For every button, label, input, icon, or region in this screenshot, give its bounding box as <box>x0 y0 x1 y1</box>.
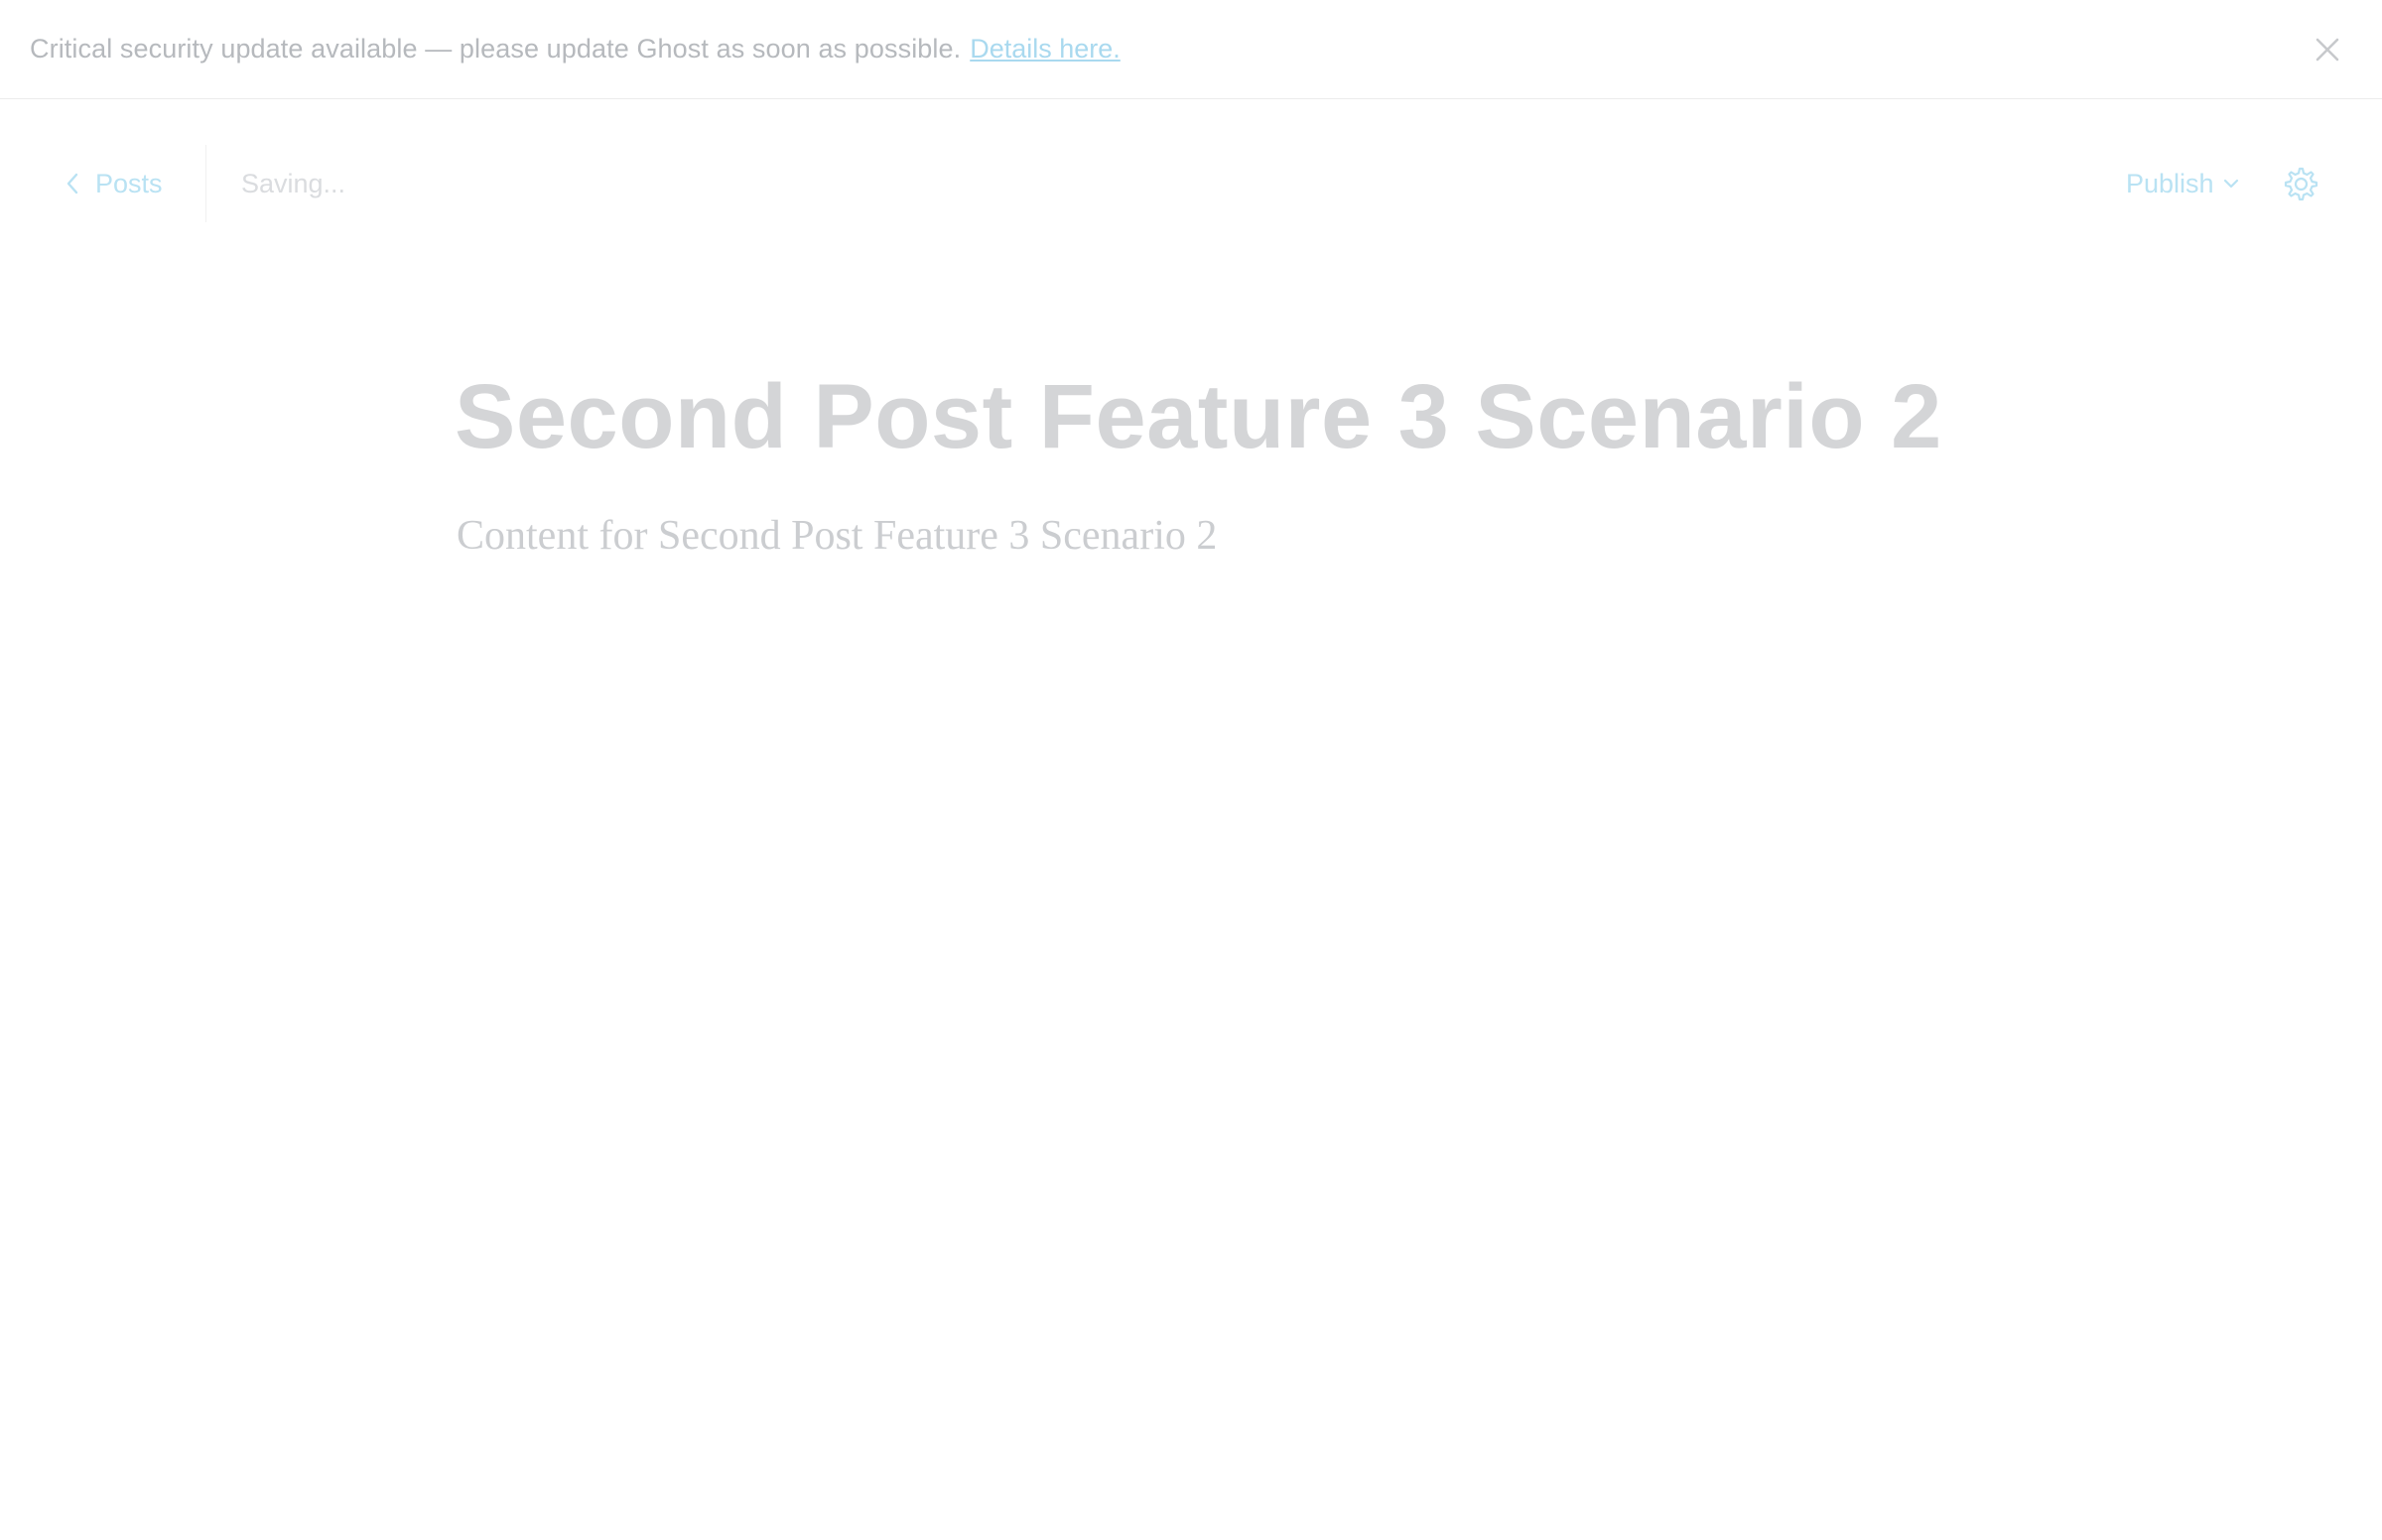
back-to-posts-link[interactable]: Posts <box>66 163 163 204</box>
banner-details-link[interactable]: Details here. <box>970 34 1121 64</box>
publish-button[interactable]: Publish <box>2126 163 2240 204</box>
publish-label: Publish <box>2126 168 2214 198</box>
editor-header: Posts Saving... Publish <box>0 99 2382 268</box>
close-icon[interactable] <box>2309 31 2346 68</box>
post-title[interactable]: Second Post Feature 3 Scenario 2 <box>455 357 1942 476</box>
header-divider <box>205 145 206 222</box>
notification-banner: Critical security update available — ple… <box>0 0 2382 99</box>
chevron-down-icon <box>2223 179 2238 189</box>
save-status: Saving... <box>241 168 346 198</box>
banner-message: Critical security update available — ple… <box>30 34 962 64</box>
post-body[interactable]: Content for Second Post Feature 3 Scenar… <box>457 506 1217 566</box>
gear-icon[interactable] <box>2281 165 2318 202</box>
chevron-left-icon <box>66 173 78 194</box>
back-link-label: Posts <box>95 168 163 198</box>
